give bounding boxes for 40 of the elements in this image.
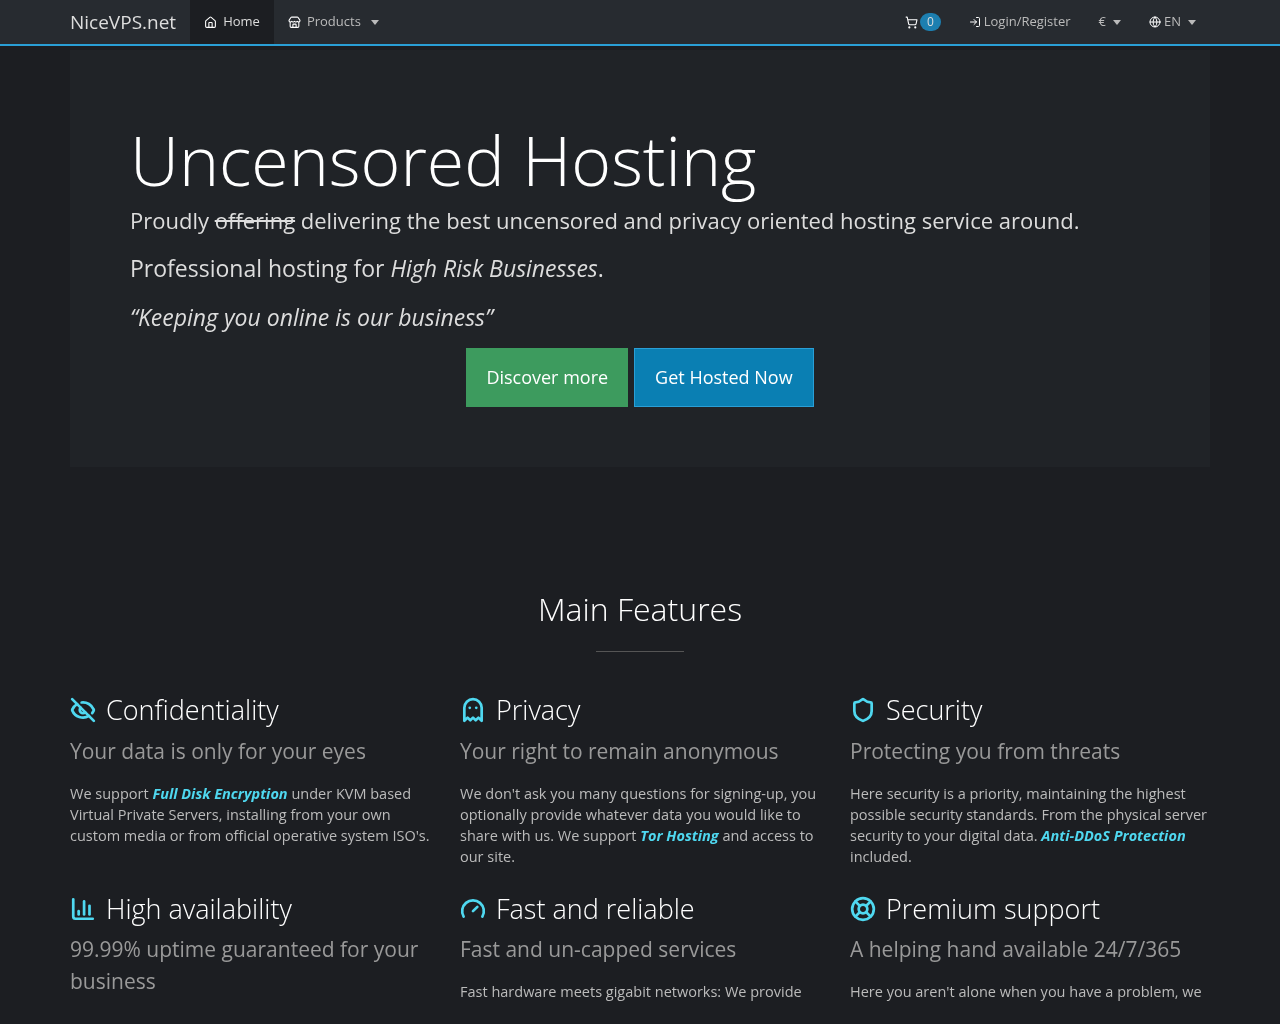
feature-title: Confidentiality (106, 690, 279, 730)
hero-tagline: Professional hosting for High Risk Businesses. (130, 251, 605, 286)
feature-subtitle: Fast and un-capped services (460, 934, 738, 965)
feature-subtitle: Your right to remain anonymous (460, 735, 780, 767)
globe-icon (1149, 16, 1161, 28)
section-title: Main Features (536, 586, 744, 632)
hero-quote: “Keeping you online is our business” (130, 299, 496, 334)
feature-subtitle: Your data is only for your eyes (70, 735, 367, 767)
cart-count: 0 (919, 13, 941, 31)
feature-title: Security (886, 690, 983, 730)
feature-title: High availability (106, 888, 292, 929)
store-icon (287, 15, 301, 29)
brand-logo[interactable]: NiceVPS.net (70, 7, 177, 37)
login-link[interactable]: Login/Register (954, 0, 1085, 44)
shield-icon (850, 697, 876, 724)
feature-title: Fast and reliable (496, 888, 695, 929)
eye-slash-icon (70, 697, 96, 724)
feature-description: We don't ask you many questions for signing-up, you optionally provide whatever data you would like to share with us. We support Tor Hosting and access to our site. (460, 782, 818, 867)
feature-subtitle: 99.99% uptime guaranteed for your business (70, 934, 420, 997)
feature-description: Here security is a priority, maintaining the highest possible security standards. From the physical server security to your digital data. Anti-DDoS Protection included. (850, 782, 1209, 867)
feature-title: Premium support (886, 888, 1100, 929)
hero-lead: Proudly offering delivering the best uncensored and privacy oriented hosting service around. (130, 204, 1081, 237)
cart-icon (904, 15, 918, 29)
feature-title: Privacy (496, 690, 581, 730)
home-icon (204, 15, 218, 29)
feature-description: Here you aren't alone when you have a problem, we (850, 981, 1203, 1002)
hero-title: Uncensored Hosting (130, 120, 758, 200)
nav-link[interactable]: Home (190, 0, 274, 44)
feature-subtitle: A helping hand available 24/7/365 (850, 934, 1183, 965)
bar-chart-icon (70, 895, 96, 922)
get-hosted-button[interactable]: Get Hosted Now (634, 348, 814, 407)
language-dropdown[interactable]: EN (1135, 0, 1210, 44)
feature-description: Fast hardware meets gigabit networks: We provide (460, 981, 803, 1002)
currency-dropdown[interactable]: € (1084, 0, 1135, 44)
nav-link[interactable]: Products (273, 0, 393, 44)
feature-subtitle: Protecting you from threats (850, 735, 1122, 767)
lifebuoy-icon (850, 895, 876, 922)
feature-description: We support Full Disk Encryption under KVM based Virtual Private Servers, installing from your own custom media or from official operative system ISO's. (70, 782, 430, 846)
sign-in-icon (968, 16, 981, 28)
ghost-icon (460, 697, 486, 724)
